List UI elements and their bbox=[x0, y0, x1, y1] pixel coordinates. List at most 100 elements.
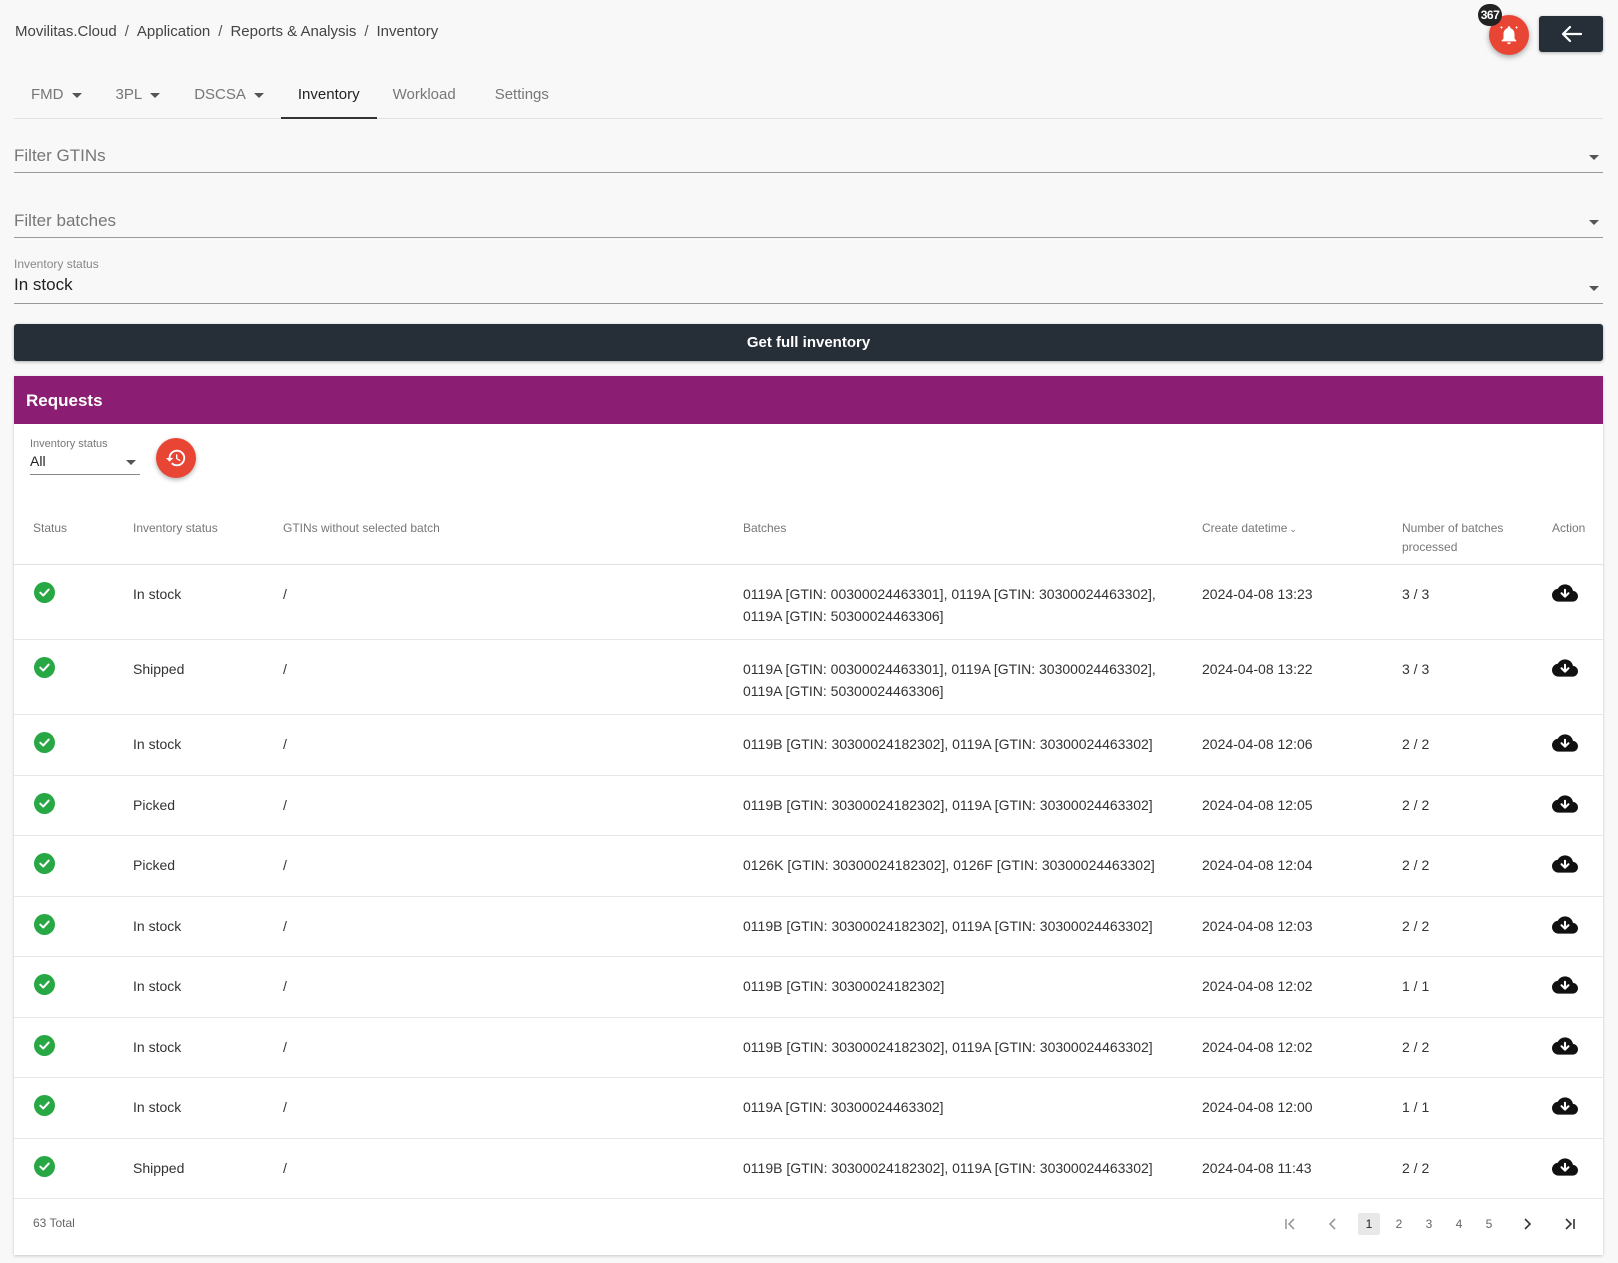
status-success-icon bbox=[34, 1155, 55, 1177]
tab-fmd[interactable]: FMD bbox=[14, 74, 99, 119]
tab-3pl[interactable]: 3PL bbox=[99, 74, 178, 119]
cloud-download-icon[interactable] bbox=[1552, 915, 1578, 935]
cloud-download-icon[interactable] bbox=[1552, 1096, 1578, 1116]
row-batches: 0119B [GTIN: 30300024182302] bbox=[743, 978, 945, 994]
row-batches: 0126K [GTIN: 30300024182302], 0126F [GTI… bbox=[743, 857, 1155, 873]
row-batches: 0119B [GTIN: 30300024182302], 0119A [GTI… bbox=[743, 917, 1153, 934]
page-1-button[interactable]: 1 bbox=[1358, 1213, 1380, 1235]
row-batches-processed: 1 / 1 bbox=[1402, 1099, 1430, 1115]
filter-batches-select[interactable]: Filter batches bbox=[14, 211, 1603, 238]
status-success-icon bbox=[34, 582, 55, 603]
requests-table-body: In stock / 0119A [GTIN: 00300024463301], 0… bbox=[14, 565, 1603, 1199]
cloud-download-icon[interactable] bbox=[1552, 733, 1578, 753]
module-tabs: FMD 3PL DSCSA Inventory Workload Setting… bbox=[14, 74, 1603, 119]
requests-panel: Requests Inventory status All Status Inv… bbox=[14, 376, 1603, 1255]
col-inventory-status[interactable]: Inventory status bbox=[133, 519, 218, 538]
table-row: In stock / 0119B [GTIN: 30300024182302], 0… bbox=[14, 1018, 1603, 1078]
breadcrumb-separator: / bbox=[364, 23, 369, 40]
page-2-button[interactable]: 2 bbox=[1388, 1213, 1410, 1235]
tab-label: DSCSA bbox=[194, 86, 246, 103]
dropdown-arrow-icon bbox=[1589, 286, 1599, 291]
filter-gtins-placeholder: Filter GTINs bbox=[14, 146, 106, 165]
dropdown-arrow-icon bbox=[1589, 220, 1599, 225]
row-inventory-status: In stock bbox=[133, 586, 182, 602]
col-batches-processed[interactable]: Number of batches processed bbox=[1402, 519, 1517, 557]
caret-down-icon bbox=[253, 92, 264, 98]
row-batches: 0119B [GTIN: 30300024182302], 0119A [GTI… bbox=[743, 796, 1153, 813]
requests-inventory-status-filter[interactable]: Inventory status All bbox=[30, 438, 140, 475]
table-row: Picked / 0126K [GTIN: 30300024182302], 012… bbox=[14, 836, 1603, 897]
status-success-icon bbox=[34, 732, 55, 753]
row-create-datetime: 2024-04-08 12:04 bbox=[1202, 857, 1313, 873]
caret-down-icon bbox=[71, 92, 82, 98]
breadcrumb-item-reports[interactable]: Reports & Analysis bbox=[230, 23, 356, 40]
inventory-status-select[interactable]: Inventory status In stock bbox=[14, 257, 1603, 304]
chevron-left-icon bbox=[1328, 1218, 1336, 1230]
page-4-button[interactable]: 4 bbox=[1448, 1213, 1470, 1235]
row-gtins-without-batch: / bbox=[283, 736, 287, 752]
col-action: Action bbox=[1552, 521, 1586, 535]
row-gtins-without-batch: / bbox=[283, 661, 287, 677]
requests-filter-select[interactable]: All bbox=[30, 450, 140, 475]
tab-inventory[interactable]: Inventory bbox=[280, 74, 377, 119]
row-create-datetime: 2024-04-08 13:23 bbox=[1202, 586, 1313, 602]
row-inventory-status: In stock bbox=[133, 978, 182, 994]
table-row: In stock / 0119B [GTIN: 30300024182302], 0… bbox=[14, 897, 1603, 957]
first-page-icon bbox=[1285, 1218, 1295, 1230]
filter-gtins-select[interactable]: Filter GTINs bbox=[14, 146, 1603, 173]
row-gtins-without-batch: / bbox=[283, 1159, 287, 1176]
status-success-icon bbox=[34, 913, 55, 935]
cloud-download-icon[interactable] bbox=[1552, 854, 1578, 874]
history-button[interactable] bbox=[156, 438, 196, 478]
row-batches: 0119B [GTIN: 30300024182302], 0119A [GTI… bbox=[743, 736, 1153, 752]
requests-title: Requests bbox=[14, 376, 1603, 424]
row-gtins-without-batch: / bbox=[283, 796, 287, 813]
table-row: In stock / 0119B [GTIN: 30300024182302] 202… bbox=[14, 957, 1603, 1018]
prev-page-button[interactable] bbox=[1322, 1213, 1344, 1235]
page-3-button[interactable]: 3 bbox=[1418, 1213, 1440, 1235]
col-create-datetime[interactable]: Create datetime ⌄ bbox=[1202, 519, 1297, 539]
row-gtins-without-batch: / bbox=[283, 1038, 287, 1055]
total-count: 63 Total bbox=[33, 1216, 75, 1230]
row-create-datetime: 2024-04-08 12:03 bbox=[1202, 917, 1313, 934]
tab-settings[interactable]: Settings bbox=[475, 74, 566, 119]
tab-label: Workload bbox=[392, 86, 456, 103]
row-batches: 0119A [GTIN: 30300024463302] bbox=[743, 1099, 944, 1115]
row-batches-processed: 2 / 2 bbox=[1402, 917, 1430, 934]
col-gtins-without-batch[interactable]: GTINs without selected batch bbox=[283, 519, 440, 538]
table-row: In stock / 0119A [GTIN: 00300024463301], 0… bbox=[14, 565, 1603, 640]
inventory-status-label: Inventory status bbox=[14, 257, 99, 271]
status-success-icon bbox=[34, 657, 55, 678]
breadcrumb-item-application[interactable]: Application bbox=[137, 23, 210, 40]
row-batches-processed: 2 / 2 bbox=[1402, 796, 1430, 813]
cloud-download-icon[interactable] bbox=[1552, 583, 1578, 603]
cloud-download-icon[interactable] bbox=[1552, 658, 1578, 678]
breadcrumb-item-home[interactable]: Movilitas.Cloud bbox=[15, 23, 117, 40]
row-inventory-status: Shipped bbox=[133, 1159, 185, 1176]
row-batches: 0119A [GTIN: 00300024463301], 0119A [GTI… bbox=[743, 586, 1156, 624]
page-5-button[interactable]: 5 bbox=[1478, 1213, 1500, 1235]
row-batches-processed: 2 / 2 bbox=[1402, 1159, 1430, 1176]
row-batches-processed: 1 / 1 bbox=[1402, 978, 1430, 994]
cloud-download-icon[interactable] bbox=[1552, 794, 1578, 814]
row-inventory-status: In stock bbox=[133, 1038, 182, 1055]
row-batches-processed: 2 / 2 bbox=[1402, 857, 1430, 873]
back-button[interactable] bbox=[1539, 16, 1603, 52]
col-status[interactable]: Status bbox=[33, 519, 67, 538]
cloud-download-icon[interactable] bbox=[1552, 1036, 1578, 1056]
cloud-download-icon[interactable] bbox=[1552, 975, 1578, 995]
first-page-button[interactable] bbox=[1279, 1213, 1301, 1235]
tab-workload[interactable]: Workload bbox=[377, 74, 475, 119]
next-page-button[interactable] bbox=[1516, 1213, 1538, 1235]
breadcrumb-separator: / bbox=[124, 23, 129, 40]
col-batches[interactable]: Batches bbox=[743, 519, 786, 538]
pagination: 63 Total 1 2 3 4 5 bbox=[14, 1193, 1603, 1255]
tab-dscsa[interactable]: DSCSA bbox=[177, 74, 281, 119]
row-gtins-without-batch: / bbox=[283, 917, 287, 934]
last-page-button[interactable] bbox=[1559, 1213, 1581, 1235]
row-create-datetime: 2024-04-08 13:22 bbox=[1202, 661, 1313, 677]
get-full-inventory-button[interactable]: Get full inventory bbox=[14, 324, 1603, 361]
cloud-download-icon[interactable] bbox=[1552, 1157, 1578, 1177]
table-row: Picked / 0119B [GTIN: 30300024182302], 011… bbox=[14, 776, 1603, 836]
col-create-datetime-label: Create datetime bbox=[1202, 521, 1288, 535]
